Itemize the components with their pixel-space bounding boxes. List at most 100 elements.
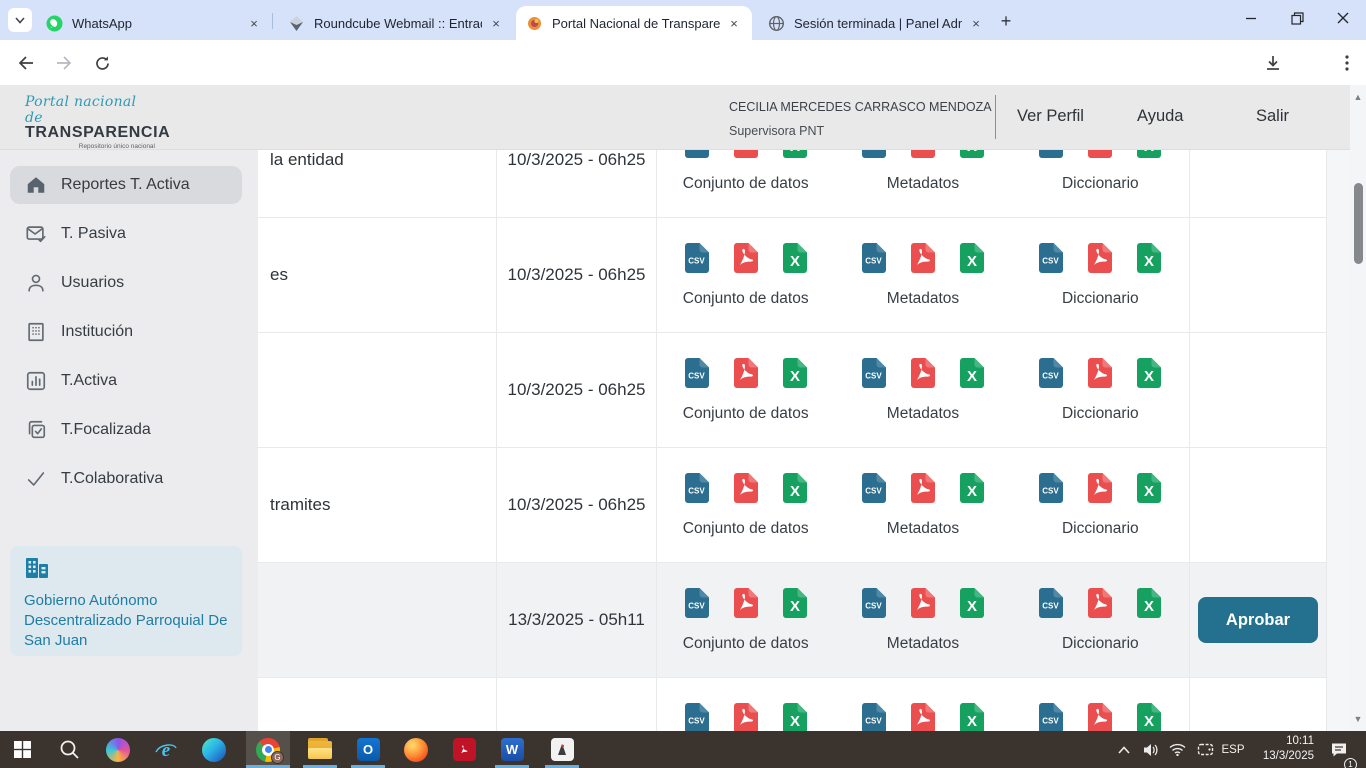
csv-file-icon[interactable]: CSV: [1038, 587, 1064, 624]
notification-center-icon[interactable]: 1: [1326, 731, 1352, 768]
pdf-file-icon[interactable]: [910, 472, 936, 509]
xls-file-icon[interactable]: X: [782, 472, 808, 509]
csv-file-icon[interactable]: CSV: [684, 587, 710, 624]
csv-file-icon[interactable]: CSV: [1038, 242, 1064, 279]
sidebar-item-t-colaborativa[interactable]: T.Colaborativa: [10, 460, 242, 498]
xls-file-icon[interactable]: X: [782, 587, 808, 624]
xls-file-icon[interactable]: X: [1136, 587, 1162, 624]
internet-explorer-icon[interactable]: e: [144, 731, 188, 768]
csv-file-icon[interactable]: CSV: [684, 150, 710, 164]
sidebar-item-instituci-n[interactable]: Institución: [10, 313, 242, 351]
scrollbar-thumb[interactable]: [1354, 183, 1363, 264]
download-icon[interactable]: [1260, 50, 1286, 76]
tab-whatsapp[interactable]: WhatsApp ×: [36, 6, 272, 40]
tab-search-button[interactable]: [8, 8, 32, 32]
sidebar-item-t-focalizada[interactable]: T.Focalizada: [10, 411, 242, 449]
csv-file-icon[interactable]: CSV: [1038, 472, 1064, 509]
pdf-file-icon[interactable]: [733, 357, 759, 394]
pdf-file-icon[interactable]: [1087, 357, 1113, 394]
csv-file-icon[interactable]: CSV: [861, 150, 887, 164]
forward-button[interactable]: [50, 49, 78, 77]
tray-clock[interactable]: 10:11 13/3/2025: [1252, 734, 1314, 764]
tab-panel-admin[interactable]: Sesión terminada | Panel Admin ×: [758, 6, 994, 40]
xls-file-icon[interactable]: X: [782, 150, 808, 164]
firefox-icon[interactable]: [394, 731, 438, 768]
csv-file-icon[interactable]: CSV: [861, 587, 887, 624]
xls-file-icon[interactable]: X: [1136, 242, 1162, 279]
pdf-file-icon[interactable]: [733, 150, 759, 164]
xls-file-icon[interactable]: X: [959, 242, 985, 279]
view-profile-link[interactable]: Ver Perfil: [1017, 107, 1084, 126]
csv-file-icon[interactable]: CSV: [684, 357, 710, 394]
pdf-file-icon[interactable]: [910, 357, 936, 394]
pdf-file-icon[interactable]: [910, 242, 936, 279]
file-explorer-icon[interactable]: [298, 731, 342, 768]
xls-file-icon[interactable]: X: [782, 357, 808, 394]
tab-close-icon[interactable]: ×: [246, 15, 262, 31]
xls-file-icon[interactable]: X: [959, 357, 985, 394]
window-close-button[interactable]: [1320, 0, 1366, 36]
tray-device-icon[interactable]: [1192, 731, 1218, 768]
pdf-file-icon[interactable]: [733, 472, 759, 509]
sidebar-item-t-pasiva[interactable]: T. Pasiva: [10, 215, 242, 253]
xls-file-icon[interactable]: X: [959, 150, 985, 164]
csv-file-icon[interactable]: CSV: [861, 242, 887, 279]
tray-chevron-up-icon[interactable]: [1112, 731, 1136, 768]
csv-file-icon[interactable]: CSV: [861, 472, 887, 509]
new-tab-button[interactable]: +: [994, 9, 1018, 33]
xls-file-icon[interactable]: X: [959, 587, 985, 624]
sidebar-item-usuarios[interactable]: Usuarios: [10, 264, 242, 302]
logout-link[interactable]: Salir: [1256, 107, 1289, 126]
chrome-taskbar-icon[interactable]: G: [246, 731, 290, 768]
pdf-file-icon[interactable]: [1087, 150, 1113, 164]
tab-close-icon[interactable]: ×: [726, 15, 742, 31]
pdf-file-icon[interactable]: [733, 242, 759, 279]
csv-file-icon[interactable]: CSV: [684, 472, 710, 509]
tray-wifi-icon[interactable]: [1164, 731, 1190, 768]
csv-file-icon[interactable]: CSV: [1038, 357, 1064, 394]
xls-file-icon[interactable]: X: [782, 702, 808, 731]
xls-file-icon[interactable]: X: [1136, 472, 1162, 509]
pdf-file-icon[interactable]: [733, 702, 759, 731]
xls-file-icon[interactable]: X: [1136, 150, 1162, 164]
pdf-file-icon[interactable]: [1087, 242, 1113, 279]
pdf-file-icon[interactable]: [910, 587, 936, 624]
csv-file-icon[interactable]: CSV: [1038, 150, 1064, 164]
approve-button[interactable]: Aprobar: [1198, 597, 1318, 643]
xls-file-icon[interactable]: X: [782, 242, 808, 279]
csv-file-icon[interactable]: CSV: [861, 702, 887, 731]
csv-file-icon[interactable]: CSV: [1038, 702, 1064, 731]
pdf-file-icon[interactable]: [1087, 702, 1113, 731]
pdf-file-icon[interactable]: [1087, 587, 1113, 624]
start-button[interactable]: [0, 731, 44, 768]
tab-roundcube[interactable]: Roundcube Webmail :: Entrada ×: [278, 6, 514, 40]
window-restore-button[interactable]: [1274, 0, 1320, 36]
scroll-down-icon[interactable]: ▼: [1353, 715, 1363, 723]
tray-volume-icon[interactable]: [1138, 731, 1164, 768]
pdf-file-icon[interactable]: [910, 150, 936, 164]
tray-language-indicator[interactable]: ESP: [1218, 731, 1248, 768]
csv-file-icon[interactable]: CSV: [861, 357, 887, 394]
pdf-file-icon[interactable]: [1087, 472, 1113, 509]
tab-close-icon[interactable]: ×: [488, 15, 504, 31]
reload-button[interactable]: [88, 49, 116, 77]
page-scrollbar[interactable]: ▲ ▼: [1350, 85, 1366, 731]
entity-card[interactable]: Gobierno Autónomo Descentralizado Parroq…: [10, 546, 242, 656]
help-link[interactable]: Ayuda: [1137, 107, 1184, 126]
taskbar-search-icon[interactable]: [48, 731, 92, 768]
csv-file-icon[interactable]: CSV: [684, 242, 710, 279]
word-icon[interactable]: W: [490, 731, 534, 768]
acrobat-icon[interactable]: [442, 731, 486, 768]
pdf-file-icon[interactable]: [910, 702, 936, 731]
outlook-icon[interactable]: O: [346, 731, 390, 768]
xls-file-icon[interactable]: X: [1136, 357, 1162, 394]
java-app-icon[interactable]: [540, 731, 584, 768]
window-minimize-button[interactable]: [1228, 0, 1274, 36]
sidebar-item-reportes-t-activa[interactable]: Reportes T. Activa: [10, 166, 242, 204]
browser-menu-icon[interactable]: [1334, 50, 1360, 76]
tab-portal-active[interactable]: Portal Nacional de Transparencia ×: [516, 6, 752, 40]
xls-file-icon[interactable]: X: [959, 702, 985, 731]
xls-file-icon[interactable]: X: [959, 472, 985, 509]
back-button[interactable]: [12, 49, 40, 77]
tab-close-icon[interactable]: ×: [968, 15, 984, 31]
